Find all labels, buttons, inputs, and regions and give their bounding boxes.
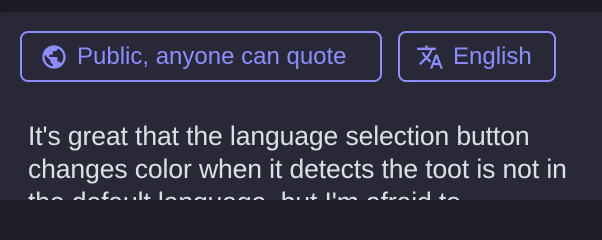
language-label: English <box>453 42 532 70</box>
visibility-label: Public, anyone can quote <box>77 42 347 70</box>
visibility-button[interactable]: Public, anyone can quote <box>20 31 382 82</box>
language-button[interactable]: English <box>398 31 556 82</box>
translate-icon <box>416 43 444 71</box>
top-strip <box>0 0 602 12</box>
compose-panel: Public, anyone can quote English It's gr… <box>0 12 602 200</box>
globe-icon <box>40 43 68 71</box>
toot-text-area[interactable]: It's great that the language selection b… <box>28 120 588 200</box>
compose-options-row: Public, anyone can quote English <box>20 31 556 82</box>
